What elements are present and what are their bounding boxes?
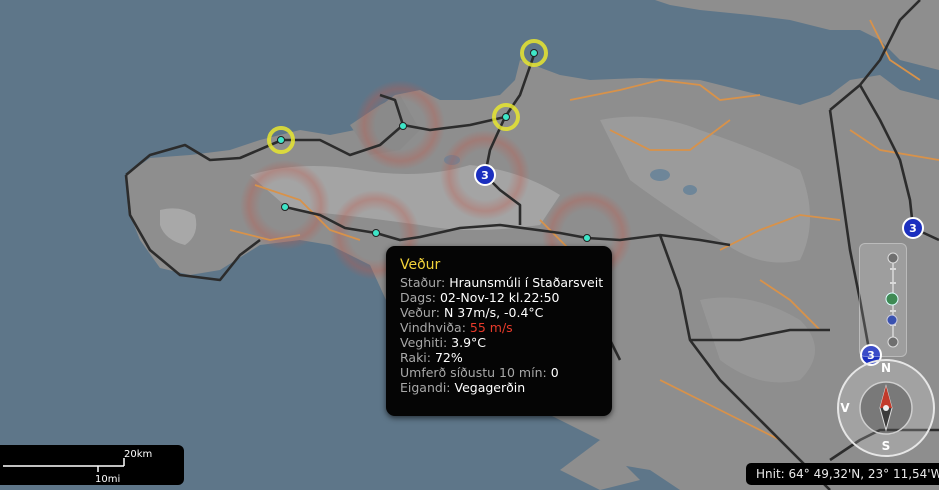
weather-station[interactable] — [277, 136, 285, 144]
popup-row-weather: Veður: N 37m/s, -0.4°C — [400, 305, 603, 320]
weather-label: Veður: — [400, 305, 440, 320]
popup-row-gust: Vindhviða: 55 m/s — [400, 320, 603, 335]
coordinates-readout: Hnit: 64° 49,32'N, 23° 11,54'W — [746, 463, 939, 485]
weather-station[interactable] — [502, 113, 510, 121]
zoom-level-icon[interactable] — [886, 314, 898, 326]
compass-control[interactable]: N S V — [836, 358, 936, 458]
route-badge-label: 3 — [909, 222, 917, 235]
popup-title: Veður — [400, 257, 441, 273]
station-info-popup: Veður Staður: Hraunsmúli í Staðarsveit D… — [386, 246, 612, 416]
gust-label: Vindhviða: — [400, 320, 466, 335]
popup-row-road-temp: Veghiti: 3.9°C — [400, 335, 603, 350]
compass-north-label[interactable]: N — [881, 361, 891, 375]
route-badge-label: 3 — [481, 169, 489, 182]
popup-row-date: Dags: 02-Nov-12 kl.22:50 — [400, 290, 603, 305]
date-label: Dags: — [400, 290, 436, 305]
traffic-label: Umferð síðustu 10 mín: — [400, 365, 547, 380]
weather-station[interactable] — [530, 49, 538, 57]
traffic-value: 0 — [550, 365, 559, 380]
zoom-control[interactable] — [859, 243, 907, 357]
zoom-in-icon[interactable] — [887, 252, 899, 264]
date-value: 02-Nov-12 kl.22:50 — [439, 290, 560, 305]
zoom-handle-globe-icon[interactable] — [885, 292, 899, 306]
popup-row-humidity: Raki: 72% — [400, 350, 603, 365]
scale-bar-graphic: 20km 10mi — [3, 449, 152, 485]
humidity-value: 72% — [434, 350, 463, 365]
owner-label: Eigandi: — [400, 380, 451, 395]
weather-station[interactable] — [372, 229, 380, 237]
compass-west-label[interactable]: V — [840, 401, 850, 415]
zoom-slider[interactable] — [860, 244, 906, 356]
weather-station[interactable] — [583, 234, 591, 242]
scale-km-label: 20km — [124, 449, 152, 460]
map-canvas[interactable]: 3 3 3 — [0, 0, 939, 490]
owner-value: Vegagerðin — [454, 380, 526, 395]
compass-pivot — [883, 405, 889, 411]
location-value: Hraunsmúli í Staðarsveit — [449, 275, 604, 290]
weather-station[interactable] — [399, 122, 407, 130]
gust-value: 55 m/s — [469, 320, 513, 335]
compass-south-label[interactable]: S — [882, 439, 891, 453]
scale-bar: 20km 10mi — [0, 445, 184, 485]
humidity-label: Raki: — [400, 350, 431, 365]
popup-row-traffic: Umferð síðustu 10 mín: 0 — [400, 365, 603, 380]
zoom-out-icon[interactable] — [887, 336, 899, 348]
road-temp-value: 3.9°C — [451, 335, 487, 350]
road-temp-label: Veghiti: — [400, 335, 448, 350]
scale-mi-label: 10mi — [95, 474, 120, 485]
weather-value: N 37m/s, -0.4°C — [443, 305, 544, 320]
weather-station[interactable] — [281, 203, 289, 211]
location-label: Staður: — [400, 275, 446, 290]
popup-row-owner: Eigandi: Vegagerðin — [400, 380, 603, 395]
popup-row-location: Staður: Hraunsmúli í Staðarsveit — [400, 275, 603, 290]
